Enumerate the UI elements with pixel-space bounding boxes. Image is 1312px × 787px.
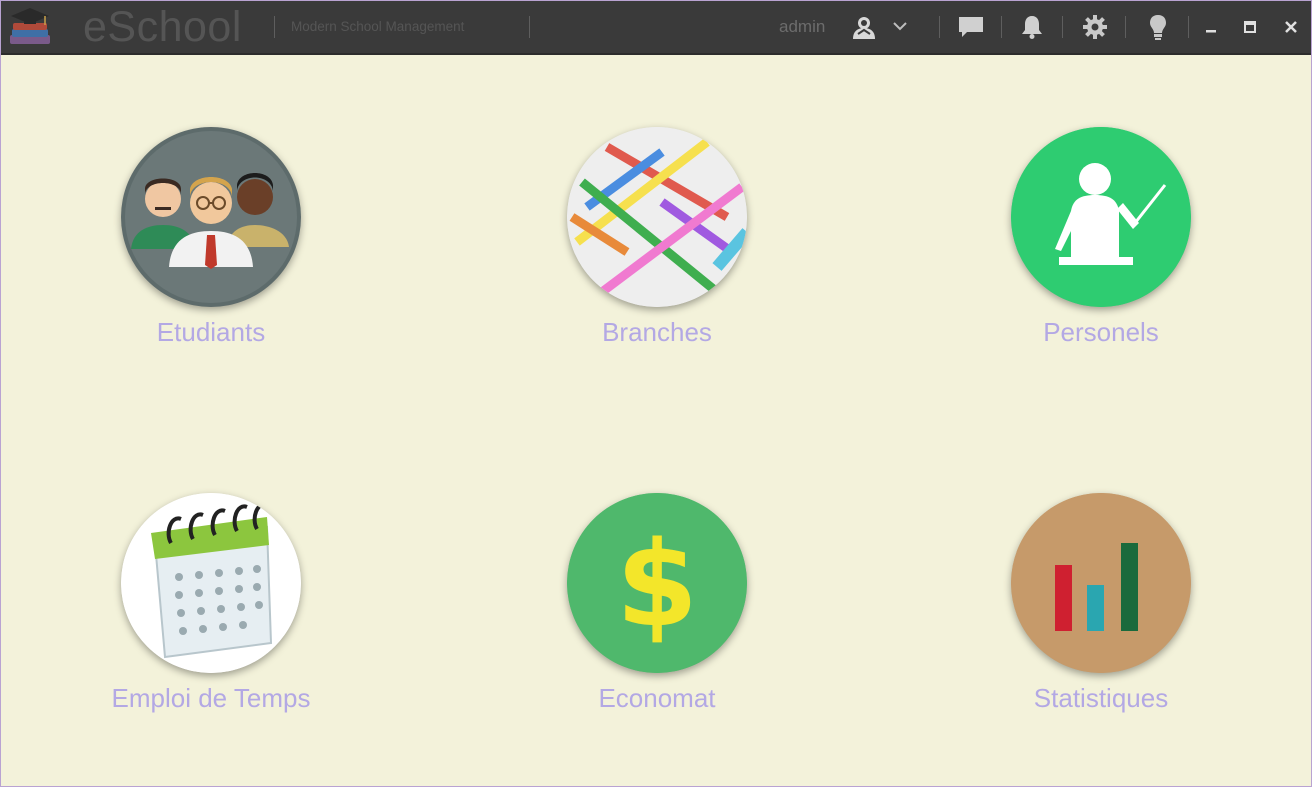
title-divider bbox=[1001, 16, 1002, 38]
dashboard-grid: Etudiants Branches Personels Emploi de T… bbox=[1, 55, 1311, 786]
logo-icon bbox=[10, 8, 50, 44]
title-divider bbox=[529, 16, 530, 38]
tile-label: Emploi de Temps bbox=[111, 683, 311, 713]
tile-branches[interactable]: Branches bbox=[497, 127, 817, 367]
tile-statistiques[interactable]: Statistiques bbox=[941, 493, 1261, 733]
gear-icon[interactable] bbox=[1082, 14, 1108, 40]
bar-chart-icon[interactable] bbox=[1011, 493, 1191, 673]
tile-emploi-de-temps[interactable]: Emploi de Temps bbox=[51, 493, 371, 733]
app-name: eSchool bbox=[83, 3, 242, 51]
students-icon[interactable] bbox=[121, 127, 301, 307]
title-divider bbox=[274, 16, 275, 38]
tile-label: Etudiants bbox=[156, 317, 266, 347]
close-icon[interactable] bbox=[1283, 19, 1299, 35]
bulb-icon[interactable] bbox=[1147, 13, 1169, 41]
tile-label: Personels bbox=[1043, 317, 1159, 347]
branches-arrows-icon[interactable] bbox=[567, 127, 747, 307]
maximize-icon[interactable] bbox=[1242, 19, 1258, 35]
bell-icon[interactable] bbox=[1020, 14, 1044, 40]
minimize-icon[interactable] bbox=[1203, 19, 1219, 35]
username: admin bbox=[779, 17, 826, 36]
dollar-icon[interactable]: $ bbox=[567, 493, 747, 673]
title-bar[interactable]: eSchool Modern School Management admin bbox=[1, 1, 1311, 55]
tile-personels[interactable]: Personels bbox=[941, 127, 1261, 367]
title-divider bbox=[1062, 16, 1063, 38]
tile-label: Branches bbox=[602, 317, 712, 347]
chat-icon[interactable] bbox=[957, 15, 985, 39]
svg-text:$: $ bbox=[616, 515, 698, 653]
chevron-down-icon[interactable] bbox=[891, 19, 909, 33]
teacher-icon[interactable] bbox=[1011, 127, 1191, 307]
tile-label: Economat bbox=[598, 683, 716, 713]
app-window: eSchool Modern School Management admin E… bbox=[0, 0, 1312, 787]
tile-economat[interactable]: $ Economat bbox=[497, 493, 817, 733]
title-divider bbox=[1188, 16, 1189, 38]
tile-etudiants[interactable]: Etudiants bbox=[51, 127, 371, 367]
tile-label: Statistiques bbox=[1033, 683, 1169, 713]
user-avatar-icon[interactable] bbox=[849, 12, 879, 42]
title-divider bbox=[1125, 16, 1126, 38]
title-divider bbox=[939, 16, 940, 38]
calendar-icon[interactable] bbox=[121, 493, 301, 673]
app-tagline: Modern School Management bbox=[291, 19, 465, 34]
